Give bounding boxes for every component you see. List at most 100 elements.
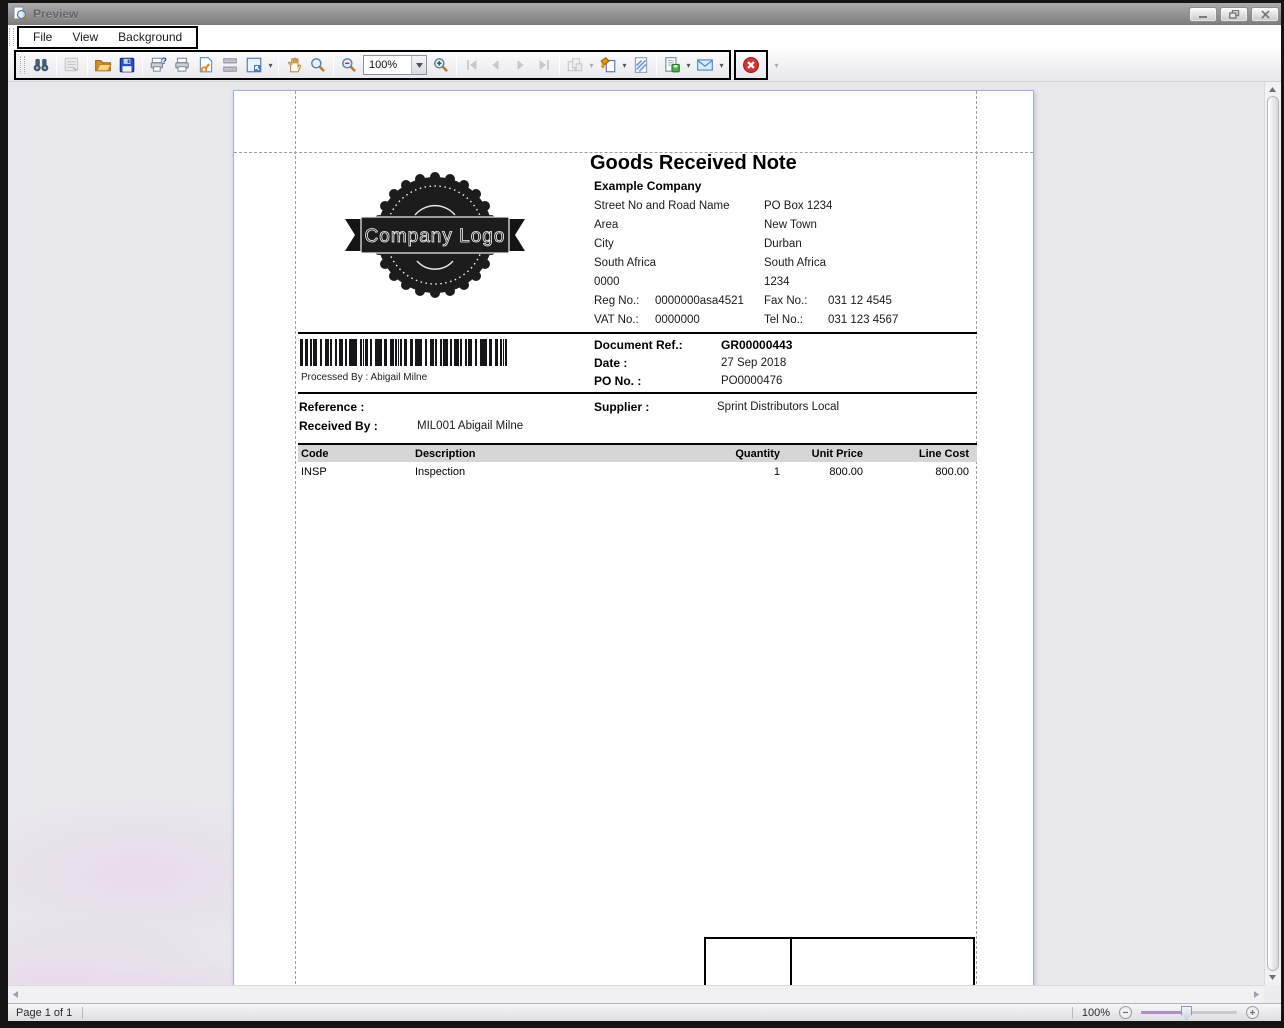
address-line: Street No and Road Name	[594, 200, 730, 212]
menu-grip[interactable]	[9, 28, 14, 46]
page-indicator: Page 1 of 1	[16, 1006, 73, 1019]
zoom-in-icon	[434, 58, 448, 72]
zoom-out-icon	[342, 58, 356, 72]
open-folder-icon	[95, 59, 112, 72]
multiple-pages-button[interactable]	[563, 53, 587, 77]
zoom-slider[interactable]	[1141, 1006, 1237, 1020]
print-button[interactable]	[170, 53, 194, 77]
magnifier-button[interactable]	[306, 53, 330, 77]
restore-button[interactable]	[1220, 6, 1248, 22]
reg-label: Reg No.:	[594, 295, 640, 307]
scroll-left-icon[interactable]	[8, 988, 23, 1001]
tel-label: Tel No.:	[764, 314, 803, 326]
col-header-unitprice: Unit Price	[811, 447, 863, 460]
zoom-combobox-caret[interactable]	[411, 56, 426, 74]
vat-value: 0000000	[655, 314, 700, 326]
magnifier-icon	[311, 58, 325, 72]
header-footer-icon	[223, 58, 237, 72]
watermark-button[interactable]	[629, 53, 653, 77]
scale-dropdown-caret[interactable]: ▾	[266, 61, 275, 70]
tel-value: 031 123 4567	[828, 314, 899, 326]
titlebar: Preview	[8, 3, 1281, 25]
email-icon	[697, 59, 713, 71]
zoom-out-slider-button[interactable]	[1119, 1006, 1132, 1019]
zoom-slider-thumb[interactable]	[1181, 1006, 1192, 1020]
date-value: 27 Sep 2018	[721, 357, 787, 369]
next-page-button[interactable]	[508, 53, 532, 77]
cell-quantity: 1	[773, 466, 780, 478]
previous-page-button[interactable]	[484, 53, 508, 77]
last-page-button[interactable]	[532, 53, 556, 77]
print-dialog-button[interactable]: ?	[146, 53, 170, 77]
email-dropdown-caret[interactable]: ▾	[717, 61, 726, 70]
multiple-pages-icon	[567, 58, 583, 72]
save-icon	[119, 57, 135, 73]
printer-icon	[175, 57, 189, 72]
window-title: Preview	[33, 7, 79, 21]
scroll-down-icon[interactable]	[1265, 971, 1280, 984]
company-name: Example Company	[594, 179, 702, 193]
multiple-pages-caret[interactable]: ▾	[587, 61, 596, 70]
close-preview-icon	[743, 57, 759, 73]
document-map-button[interactable]	[60, 53, 84, 77]
zoom-in-button[interactable]	[429, 53, 453, 77]
page-setup-button[interactable]	[194, 53, 218, 77]
scrollbar-corner	[1264, 985, 1281, 1003]
reference-label: Reference :	[299, 400, 365, 414]
page-color-button[interactable]	[596, 53, 620, 77]
next-page-icon	[517, 60, 524, 70]
cell-linecost: 800.00	[935, 466, 969, 478]
address-line: City	[594, 238, 614, 250]
received-by-value: MIL001 Abigail Milne	[417, 420, 524, 432]
close-window-button[interactable]	[1251, 6, 1279, 22]
find-button[interactable]	[29, 53, 53, 77]
reg-value: 0000000asa4521	[655, 295, 744, 307]
menu-item-file[interactable]: File	[23, 27, 62, 47]
scale-button[interactable]	[242, 53, 266, 77]
export-button[interactable]	[660, 53, 684, 77]
company-logo: Company Logo	[345, 172, 525, 298]
col-header-code: Code	[301, 447, 329, 460]
col-header-linecost: Line Cost	[918, 447, 969, 460]
export-dropdown-caret[interactable]: ▾	[684, 61, 693, 70]
horizontal-scrollbar[interactable]	[8, 985, 1264, 1003]
zoom-indicator: 100%	[1081, 1006, 1110, 1019]
po-value: PO0000476	[721, 375, 783, 387]
preview-area[interactable]: Goods Received Note Company Logo Example…	[8, 82, 1281, 1003]
barcode	[300, 339, 507, 366]
zoom-in-slider-button[interactable]	[1246, 1006, 1259, 1019]
zoom-combobox[interactable]: 100%	[363, 55, 427, 75]
zoom-out-button[interactable]	[337, 53, 361, 77]
vertical-scrollbar-thumb[interactable]	[1267, 96, 1279, 971]
processed-by: Processed By : Abigail Milne	[301, 372, 428, 383]
cell-unitprice: 800.00	[829, 466, 863, 478]
toolbar-grip[interactable]	[20, 56, 25, 74]
left-margin-guide	[295, 91, 296, 1003]
email-button[interactable]	[693, 53, 717, 77]
zoom-slider-fill	[1141, 1011, 1185, 1014]
first-page-button[interactable]	[460, 53, 484, 77]
menu-item-background[interactable]: Background	[108, 27, 192, 47]
close-preview-button[interactable]	[739, 53, 763, 77]
section-rule	[298, 392, 977, 394]
menu-item-view[interactable]: View	[62, 27, 108, 47]
open-button[interactable]	[91, 53, 115, 77]
address-line: PO Box 1234	[764, 200, 833, 212]
page-color-caret[interactable]: ▾	[620, 61, 629, 70]
first-page-icon	[467, 60, 477, 70]
hand-tool-button[interactable]	[282, 53, 306, 77]
zoom-combobox-value: 100%	[369, 59, 398, 71]
toolbar-separator	[142, 55, 143, 75]
header-footer-button[interactable]	[218, 53, 242, 77]
save-button[interactable]	[115, 53, 139, 77]
scroll-right-icon[interactable]	[1249, 988, 1264, 1001]
minimize-button[interactable]	[1189, 6, 1217, 22]
toolbar-overflow-caret[interactable]: ▾	[772, 61, 781, 70]
address-line: 0000	[594, 276, 620, 288]
vertical-scrollbar[interactable]	[1264, 82, 1281, 985]
toolbar-separator	[278, 55, 279, 75]
scroll-up-icon[interactable]	[1265, 83, 1280, 96]
toolbar-separator	[656, 55, 657, 75]
menubar: File View Background	[8, 25, 1281, 49]
print-dialog-icon: ?	[150, 56, 167, 72]
